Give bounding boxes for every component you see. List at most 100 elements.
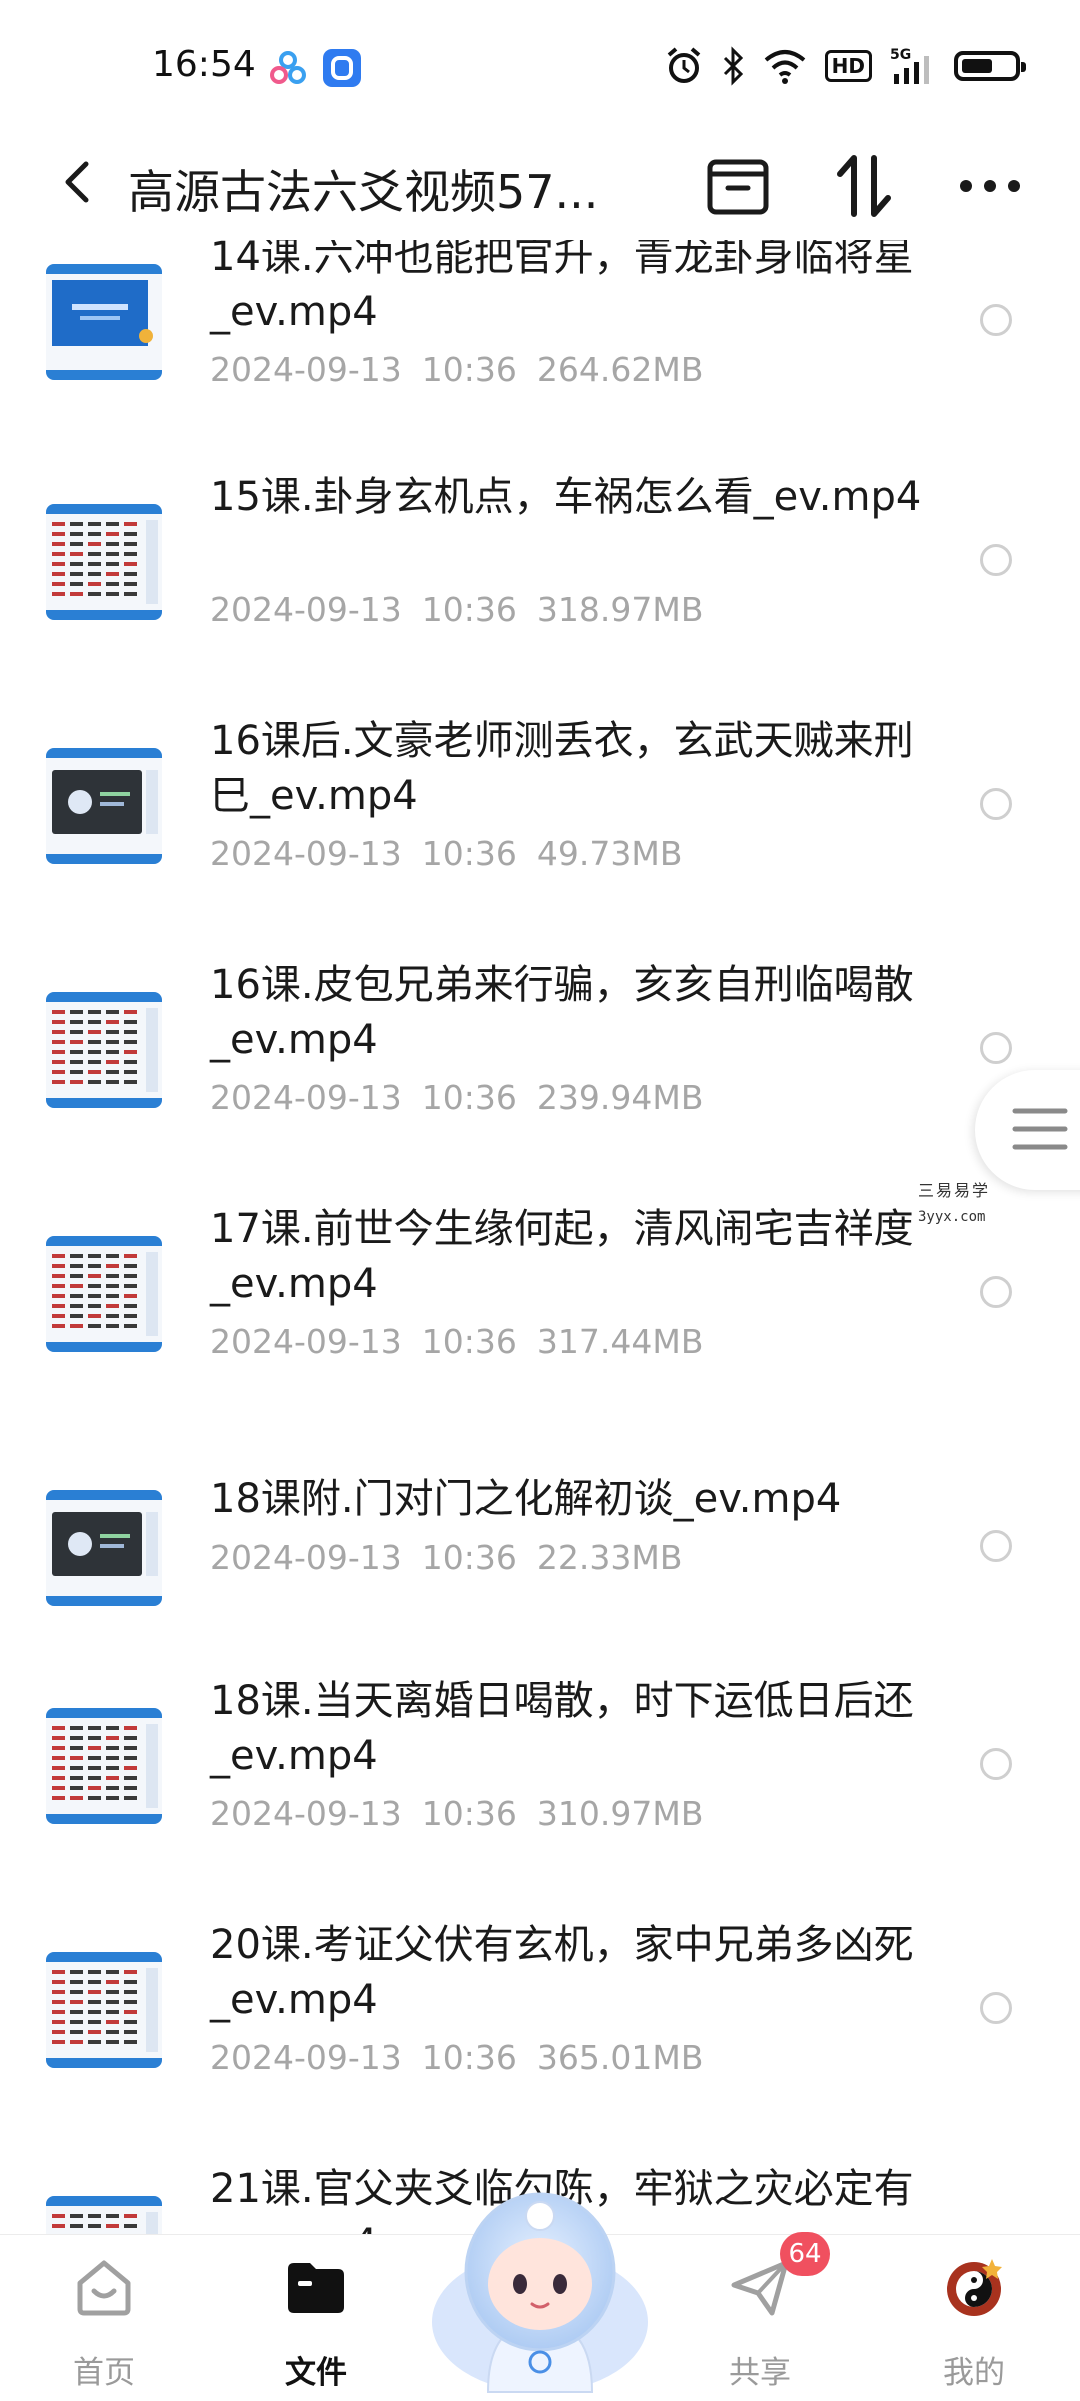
battery-icon [954,51,1026,81]
folder-title: 高源古法六爻视频57... [128,165,599,219]
file-size: 310.97MB [536,1794,704,1833]
file-row[interactable]: 16课.皮包兄弟来行骗，亥亥自刑临喝散_ev.mp4 2024-09-13 10:3… [0,958,1080,1198]
file-time: 10:36 [421,1538,517,1577]
mascot-icon[interactable] [428,2172,652,2400]
nav-files[interactable]: 文件 [236,2235,396,2401]
watermark-line1: 三易易学 [918,1181,991,1200]
select-checkbox[interactable] [980,544,1012,576]
nav-home-label: 首页 [73,2355,135,2391]
home-icon [77,2260,131,2316]
file-date: 2024-09-13 [210,590,402,629]
file-meta: 2024-09-13 10:36 264.62MB [210,350,703,389]
archive-box-icon[interactable] [700,148,776,224]
menu-lines-icon [1012,1108,1068,1150]
watermark-line2: 3yyx.com [918,1209,986,1225]
file-row[interactable]: 16课后.文豪老师测丢衣，玄武天贼来刑巳_ev.mp4 2024-09-13 10:… [0,714,1080,954]
file-meta: 2024-09-13 10:36 310.97MB [210,1794,703,1833]
file-meta: 2024-09-13 10:36 239.94MB [210,1078,703,1117]
file-meta: 2024-09-13 10:36 22.33MB [210,1538,682,1577]
file-name: 16课后.文豪老师测丢衣，玄武天贼来刑巳_ev.mp4 [210,718,914,819]
video-thumbnail [46,748,162,864]
file-date: 2024-09-13 [210,1794,402,1833]
watermark: 三易易学 3yyx.com [918,1178,1028,1230]
select-checkbox[interactable] [980,1748,1012,1780]
sort-arrows-icon[interactable] [826,148,902,224]
status-bar: 16:54 HD 5G [0,0,1080,130]
file-time: 10:36 [421,1794,517,1833]
signal-5g-icon: 5G [890,47,929,84]
select-checkbox[interactable] [980,1032,1012,1064]
file-size: 264.62MB [536,350,704,389]
bluetooth-icon [723,46,743,86]
file-size: 318.97MB [536,590,704,629]
video-thumbnail [46,1490,162,1606]
alarm-icon [667,47,700,83]
file-time: 10:36 [421,1322,517,1361]
file-date: 2024-09-13 [210,2038,402,2077]
video-thumbnail [46,992,162,1108]
file-name: 16课.皮包兄弟来行骗，亥亥自刑临喝散_ev.mp4 [210,962,914,1063]
nav-share-label: 共享 [729,2355,791,2391]
file-size: 49.73MB [536,834,683,873]
file-row[interactable]: 18课附.门对门之化解初谈_ev.mp4 2024-09-13 10:36 22.33… [0,1446,1080,1686]
avatar-icon [947,2259,1002,2316]
more-dots-icon[interactable] [952,148,1028,224]
file-meta: 2024-09-13 10:36 49.73MB [210,834,682,873]
header: 高源古法六爻视频57... [0,130,1080,240]
nav-home[interactable]: 首页 [24,2235,184,2401]
file-list-viewport[interactable]: 14课.六冲也能把官升，青龙卦身临将星_ev.mp4 2024-09-13 10:3… [0,240,1080,2234]
file-date: 2024-09-13 [210,1078,402,1117]
select-checkbox[interactable] [980,304,1012,336]
select-checkbox[interactable] [980,1992,1012,2024]
nav-files-label: 文件 [285,2355,347,2391]
video-thumbnail [46,1708,162,1824]
file-name: 20课.考证父伏有玄机，家中兄弟多凶死_ev.mp4 [210,1922,914,2023]
file-size: 22.33MB [536,1538,683,1577]
file-time: 10:36 [421,834,517,873]
select-checkbox[interactable] [980,1530,1012,1562]
file-date: 2024-09-13 [210,834,402,873]
select-checkbox[interactable] [980,788,1012,820]
video-thumbnail [46,1952,162,2068]
file-size: 317.44MB [536,1322,704,1361]
file-row[interactable]: 18课.当天离婚日喝散，时下运低日后还_ev.mp4 2024-09-13 10:3… [0,1674,1080,1914]
chevron-left-icon[interactable] [48,152,108,212]
file-meta: 2024-09-13 10:36 317.44MB [210,1322,703,1361]
file-name: 18课.当天离婚日喝散，时下运低日后还_ev.mp4 [210,1678,914,1779]
file-row[interactable]: 14课.六冲也能把官升，青龙卦身临将星_ev.mp4 2024-09-13 10:3… [0,240,1080,470]
video-thumbnail [46,504,162,620]
file-row[interactable]: 20课.考证父伏有玄机，家中兄弟多凶死_ev.mp4 2024-09-13 10:3… [0,1918,1080,2158]
file-name: 14课.六冲也能把官升，青龙卦身临将星_ev.mp4 [210,240,914,335]
share-badge: 64 [780,2232,830,2276]
file-row[interactable]: 17课.前世今生缘何起，清风闹宅吉祥度_ev.mp4 2024-09-13 10:3… [0,1202,1080,1442]
file-time: 10:36 [421,1078,517,1117]
app-cluster-icon [270,51,306,84]
folder-icon [288,2263,344,2313]
file-name: 17课.前世今生缘何起，清风闹宅吉祥度_ev.mp4 [210,1206,914,1307]
file-time: 10:36 [421,590,517,629]
status-right-icons: HD 5G [665,44,1026,88]
file-size: 365.01MB [536,2038,704,2077]
file-meta: 2024-09-13 10:36 318.97MB [210,590,703,629]
battery-level [962,59,992,73]
file-date: 2024-09-13 [210,1322,402,1361]
file-time: 10:36 [421,350,517,389]
file-time: 10:36 [421,2038,517,2077]
wifi-icon [764,50,805,84]
file-name: 18课附.门对门之化解初谈_ev.mp4 [210,1476,842,1522]
file-row[interactable]: 15课.卦身玄机点，车祸怎么看_ev.mp4 2024-09-13 10:36 318… [0,470,1080,710]
video-thumbnail [46,264,162,380]
nav-mine[interactable]: 我的 [894,2235,1054,2401]
nav-mine-label: 我的 [943,2355,1005,2391]
file-meta: 2024-09-13 10:36 365.01MB [210,2038,703,2077]
file-name: 15课.卦身玄机点，车祸怎么看_ev.mp4 [210,474,922,520]
network-type-label: 5G [890,47,911,63]
hd-icon: HD [824,50,872,82]
select-checkbox[interactable] [980,1276,1012,1308]
status-time: 16:54 [152,44,256,85]
file-size: 239.94MB [536,1078,704,1117]
file-date: 2024-09-13 [210,1538,402,1577]
video-thumbnail [46,2196,162,2234]
file-date: 2024-09-13 [210,350,402,389]
app-u-icon [323,49,361,87]
